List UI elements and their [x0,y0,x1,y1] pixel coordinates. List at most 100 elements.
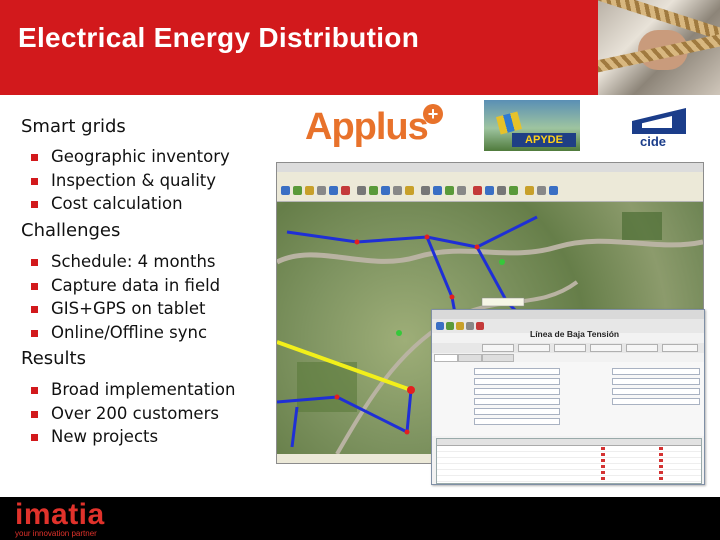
status-marker [659,477,663,480]
tree-patch [622,212,662,240]
dialog-button-row [432,343,704,353]
form-field[interactable] [474,378,560,385]
dialog-tab[interactable] [434,354,458,362]
dialog-button[interactable] [626,344,658,352]
toolbar-icon [485,186,494,195]
toolbar-icon[interactable] [456,322,464,330]
map-node[interactable] [354,239,360,245]
apyde-logo: APYDE [484,100,580,151]
bullet-square-icon [31,306,38,313]
plus-icon: + [423,104,443,124]
bullet-text: Capture data in field [51,275,221,295]
imatia-logo: imatia [15,498,105,531]
table-row[interactable] [437,476,701,482]
bullet-item: Schedule: 4 months [31,250,220,274]
toolbar-icon [405,186,414,195]
apyde-logo-text: APYDE [512,133,576,147]
map-tooltip [481,297,525,307]
dialog-tab[interactable] [458,354,482,362]
power-line-blue [286,215,538,249]
segments-table [436,438,702,484]
bullet-text: Online/Offline sync [51,322,208,342]
status-marker [659,453,663,456]
app-menubar [277,172,703,181]
form-field[interactable] [474,368,560,375]
power-line-blue [290,406,299,448]
bullet-item: Online/Offline sync [31,321,220,345]
toolbar-icon [317,186,326,195]
status-marker [659,447,663,450]
toolbar-icon[interactable] [476,322,484,330]
toolbar-icon [537,186,546,195]
status-marker [601,465,605,468]
bullet-text: GIS+GPS on tablet [51,299,206,318]
form-field[interactable] [612,368,700,375]
page-title: Electrical Energy Distribution [18,22,420,53]
applus-logo: Applus + [305,104,443,150]
status-marker [601,471,605,474]
dialog-button[interactable] [662,344,698,352]
form-field[interactable] [474,408,560,415]
status-marker [601,447,605,450]
status-marker [601,459,605,462]
table-header [437,439,701,446]
bullet-text: New projects [51,427,159,446]
form-field[interactable] [612,388,700,395]
map-node[interactable] [424,234,430,240]
bullet-list-challenges: Schedule: 4 months Capture data in field… [31,250,220,344]
toolbar-icon[interactable] [436,322,444,330]
header-photo [598,0,720,95]
bullet-square-icon [31,410,38,418]
bullet-text: Over 200 customers [51,403,219,423]
header-banner: Electrical Energy Distribution [0,0,720,95]
dialog-button[interactable] [482,344,514,352]
map-node-green[interactable] [396,330,402,336]
map-node[interactable] [449,294,455,300]
app-titlebar [277,163,703,172]
dialog-tab[interactable] [482,354,514,362]
cide-logo-text: cide [640,134,667,149]
toolbar-icon[interactable] [446,322,454,330]
form-field[interactable] [612,398,700,405]
section-heading-smart-grids: Smart grids [21,116,126,137]
map-node[interactable] [474,244,480,250]
dialog-heading: Línea de Baja Tensión [530,329,620,339]
form-field[interactable] [612,378,700,385]
status-marker [601,453,605,456]
map-node-selected[interactable] [407,386,415,394]
form-field[interactable] [474,388,560,395]
dialog-tabs [432,354,704,362]
toolbar-icon [445,186,454,195]
toolbar-icon [497,186,506,195]
form-field[interactable] [474,418,560,425]
bullet-text: Inspection & quality [51,170,217,190]
map-node[interactable] [334,394,340,400]
dialog-titlebar [432,310,704,319]
toolbar-icon [473,186,482,195]
form-field[interactable] [474,398,560,405]
flag-icon [496,111,522,135]
toolbar-icon [281,186,290,195]
bullet-item: Broad implementation [31,378,235,402]
toolbar-icon [393,186,402,195]
bullet-text: Broad implementation [51,380,236,399]
map-node-green[interactable] [499,259,505,265]
bullet-square-icon [31,434,38,441]
imatia-tagline: your innovation partner [15,529,97,538]
toolbar-icon [509,186,518,195]
bullet-square-icon [31,282,38,290]
dialog-button[interactable] [590,344,622,352]
bullet-text: Cost calculation [51,194,183,213]
toolbar-icon [421,186,430,195]
toolbar-icon [369,186,378,195]
bullet-square-icon [31,177,38,185]
line-properties-dialog: Línea de Baja Tensión [431,309,705,485]
dialog-button[interactable] [518,344,550,352]
toolbar-icon[interactable] [466,322,474,330]
map-node[interactable] [404,429,410,435]
status-marker [659,465,663,468]
bullet-item: Over 200 customers [31,402,235,426]
dialog-button[interactable] [554,344,586,352]
dialog-form [432,362,704,436]
toolbar-icon [381,186,390,195]
